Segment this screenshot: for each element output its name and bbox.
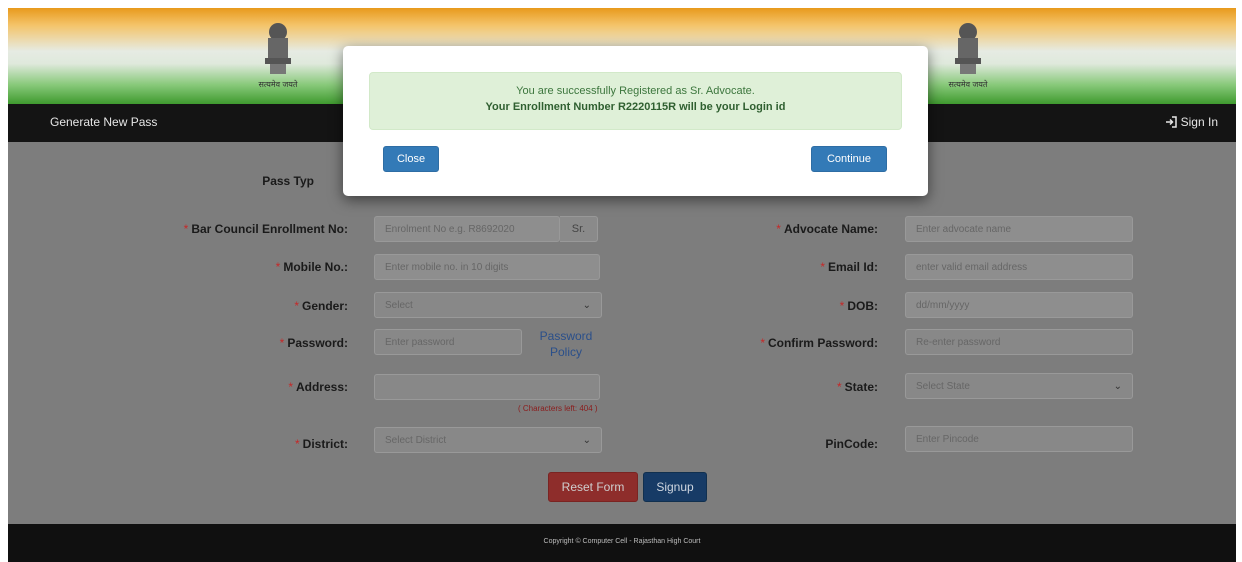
- password-label: * Password:: [279, 336, 348, 350]
- page-footer: Copyright © Computer Cell - Rajasthan Hi…: [8, 524, 1236, 562]
- gender-label: * Gender:: [294, 299, 348, 313]
- sign-in-label: Sign In: [1180, 115, 1218, 129]
- mobile-label: * Mobile No.:: [275, 260, 348, 274]
- required-marker: *: [294, 437, 300, 451]
- required-marker: *: [288, 380, 293, 394]
- success-alert: You are successfully Registered as Sr. A…: [369, 72, 902, 130]
- required-marker: *: [760, 336, 765, 350]
- chevron-down-icon: ⌄: [582, 434, 591, 446]
- emblem-motto: सत्यमेव जयते: [258, 80, 298, 89]
- enrollment-input[interactable]: Enrolment No e.g. R8692020: [374, 216, 560, 242]
- required-marker: *: [776, 222, 781, 236]
- dob-input[interactable]: dd/mm/yyyy: [905, 292, 1133, 318]
- gender-select[interactable]: Select ⌄: [374, 292, 602, 318]
- national-emblem-icon: [955, 23, 981, 74]
- registration-form: Pass Typ * Bar Council Enrollment No: Enr…: [8, 142, 1236, 524]
- dob-label: * DOB:: [839, 299, 878, 313]
- advocate-name-label: * Advocate Name:: [776, 222, 878, 236]
- confirm-password-label: * Confirm Password:: [760, 336, 878, 350]
- required-marker: *: [836, 380, 842, 394]
- national-emblem-left: सत्यमेव जयते: [248, 22, 308, 96]
- chevron-down-icon: ⌄: [1113, 380, 1122, 392]
- national-emblem-icon: [265, 23, 291, 74]
- enrollment-suffix: Sr.: [560, 216, 598, 242]
- password-policy-link[interactable]: Password Policy: [530, 328, 602, 360]
- district-select[interactable]: Select District ⌄: [374, 427, 602, 453]
- email-input[interactable]: enter valid email address: [905, 254, 1133, 280]
- continue-button[interactable]: Continue: [811, 146, 887, 172]
- required-marker: *: [275, 260, 281, 274]
- registration-success-modal: You are successfully Registered as Sr. A…: [343, 46, 928, 196]
- reset-form-button[interactable]: Reset Form: [548, 472, 638, 502]
- sign-in-link[interactable]: Sign In: [1165, 115, 1218, 129]
- email-label: * Email Id:: [820, 260, 878, 274]
- required-marker: *: [820, 260, 825, 274]
- state-select-value: Select State: [916, 380, 970, 392]
- generate-new-pass-link[interactable]: Generate New Pass: [50, 115, 157, 129]
- gender-select-value: Select: [385, 299, 413, 311]
- characters-left-note: ( Characters left: 404 ): [518, 404, 598, 413]
- footer-copyright: Copyright © Computer Cell - Rajasthan Hi…: [543, 538, 701, 545]
- login-id-message: Your Enrollment Number R2220115R will be…: [485, 101, 786, 113]
- district-select-value: Select District: [385, 434, 447, 446]
- pincode-input[interactable]: Enter Pincode: [905, 426, 1133, 452]
- page-frame: सत्यमेव जयते सत्यमेव जयते Generate New P…: [8, 8, 1236, 562]
- state-label: * State:: [836, 380, 878, 394]
- district-label: * District:: [294, 437, 348, 451]
- advocate-name-input[interactable]: Enter advocate name: [905, 216, 1133, 242]
- close-button[interactable]: Close: [383, 146, 439, 172]
- emblem-motto: सत्यमेव जयते: [948, 80, 988, 89]
- pass-type-label: Pass Typ: [262, 174, 314, 188]
- success-message: You are successfully Registered as Sr. A…: [516, 85, 755, 97]
- signup-button[interactable]: Signup: [643, 472, 707, 502]
- address-label: * Address:: [288, 380, 348, 394]
- address-input[interactable]: [374, 374, 600, 400]
- state-select[interactable]: Select State ⌄: [905, 373, 1133, 399]
- national-emblem-right: सत्यमेव जयते: [938, 22, 998, 96]
- required-marker: *: [279, 336, 285, 350]
- sign-in-icon: [1165, 116, 1177, 128]
- enrollment-label: * Bar Council Enrollment No:: [183, 222, 348, 236]
- confirm-password-input[interactable]: Re-enter password: [905, 329, 1133, 355]
- required-marker: *: [839, 299, 845, 313]
- pincode-label: PinCode:: [825, 437, 878, 451]
- required-marker: *: [294, 299, 299, 313]
- chevron-down-icon: ⌄: [582, 299, 591, 311]
- required-marker: *: [183, 222, 189, 236]
- mobile-input[interactable]: Enter mobile no. in 10 digits: [374, 254, 600, 280]
- password-input[interactable]: Enter password: [374, 329, 522, 355]
